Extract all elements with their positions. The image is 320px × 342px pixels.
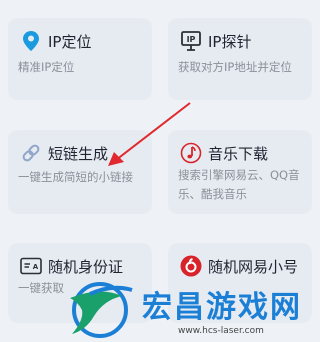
location-pin-icon: [20, 30, 42, 52]
card-music-download[interactable]: 音乐下载 搜索引擎网易云、QQ音乐、酷我音乐: [168, 130, 312, 214]
card-title: 短链生成: [48, 144, 109, 163]
card-desc: 搜索引擎网易云、QQ音乐、酷我音乐: [178, 168, 300, 201]
ip-probe-icon: IP: [180, 30, 202, 52]
card-title: IP定位: [48, 32, 92, 51]
watermark-logo-icon: [70, 282, 133, 338]
watermark-url: www.hcs-laser.com: [178, 326, 264, 336]
card-desc: 一键生成简短的小链接: [18, 170, 133, 184]
card-title: IP探针: [208, 32, 252, 51]
card-desc: 获取对方IP地址并定位: [178, 60, 292, 74]
svg-text:IP: IP: [187, 35, 196, 44]
watermark: 宏昌游戏网 www.hcs-laser.com: [60, 272, 320, 342]
svg-text:A: A: [33, 263, 39, 271]
music-note-icon: [180, 142, 202, 164]
card-short-link[interactable]: 短链生成 一键生成简短的小链接: [8, 130, 152, 214]
card-title: 音乐下载: [208, 144, 269, 163]
link-icon: [20, 142, 42, 164]
card-ip-location[interactable]: IP定位 精准IP定位: [8, 18, 152, 100]
card-ip-probe[interactable]: IP IP探针 获取对方IP地址并定位: [168, 18, 312, 100]
watermark-text: 宏昌游戏网: [142, 290, 302, 325]
card-desc: 精准IP定位: [18, 60, 75, 74]
id-card-icon: A: [20, 255, 42, 277]
